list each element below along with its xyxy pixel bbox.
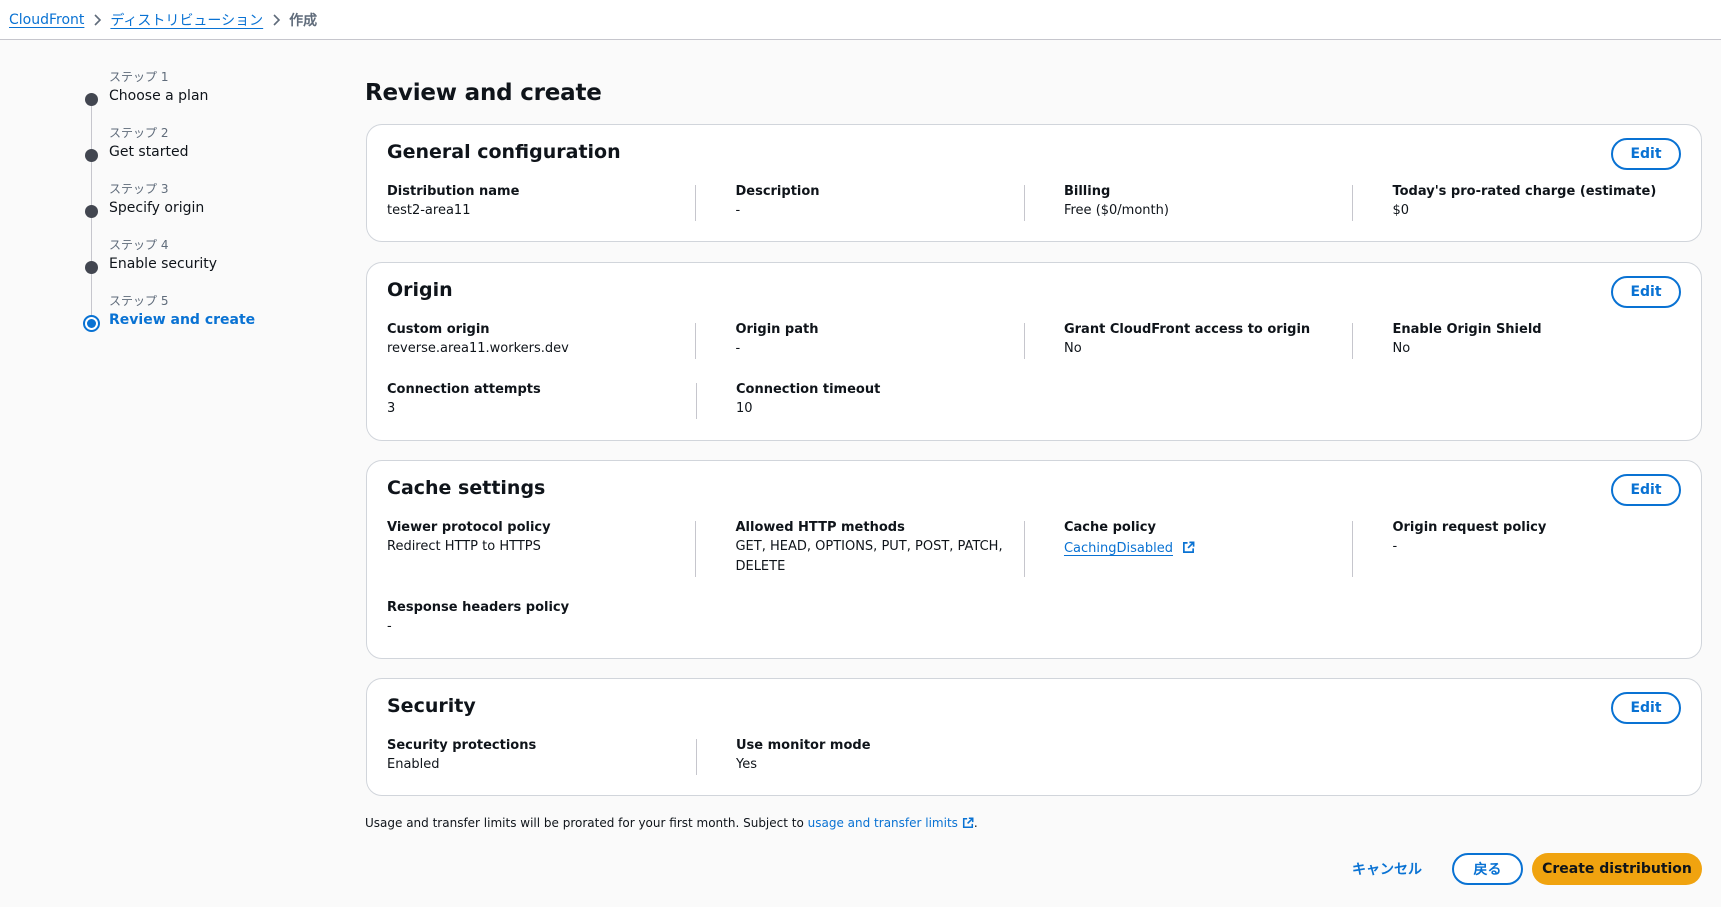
step-complete-dot-icon (85, 205, 98, 218)
step-label: Enable security (109, 256, 218, 272)
field-billing: Billing Free ($0/month) (1023, 183, 1373, 221)
step-specify-origin[interactable]: ステップ 3 Specify origin (80, 178, 320, 261)
field-security-protections: Security protections Enabled (387, 738, 537, 772)
step-number: ステップ 3 (109, 182, 169, 196)
field-origin-shield: Enable Origin Shield No (1352, 321, 1681, 359)
field-cache-policy: Cache policy CachingDisabled (1023, 519, 1373, 577)
field-use-monitor-mode: Use monitor mode Yes (696, 737, 1045, 775)
cache-policy-link[interactable]: CachingDisabled (1064, 541, 1173, 556)
security-card: Security Edit Security protections Enabl… (366, 678, 1702, 796)
cache-settings-card: Cache settings Edit Viewer protocol poli… (366, 460, 1702, 659)
field-grant-access: Grant CloudFront access to origin No (1023, 321, 1373, 359)
card-title: Security (387, 695, 476, 717)
breadcrumb-cloudfront-link[interactable]: CloudFront (9, 12, 84, 28)
step-number: ステップ 2 (109, 126, 169, 140)
step-label: Get started (109, 144, 189, 160)
step-current-dot-icon (83, 315, 100, 332)
field-custom-origin: Custom origin reverse.area11.workers.dev (387, 322, 569, 356)
field-connection-attempts: Connection attempts 3 (387, 382, 541, 416)
step-label: Specify origin (109, 200, 205, 216)
edit-cache-button[interactable]: Edit (1611, 474, 1681, 506)
step-number: ステップ 4 (109, 238, 169, 252)
chevron-right-icon (84, 12, 110, 28)
create-distribution-button[interactable]: Create distribution (1532, 853, 1702, 885)
field-viewer-protocol-policy: Viewer protocol policy Redirect HTTP to … (387, 520, 551, 554)
field-allowed-http-methods: Allowed HTTP methods GET, HEAD, OPTIONS,… (695, 519, 1044, 577)
card-title: Cache settings (387, 477, 546, 499)
page-title: Review and create (365, 80, 602, 106)
general-configuration-card: General configuration Edit Distribution … (366, 124, 1702, 242)
step-number: ステップ 1 (109, 70, 169, 84)
field-distribution-name: Distribution name test2-area11 (387, 184, 520, 218)
step-review-and-create: ステップ 5 Review and create (80, 290, 320, 346)
step-complete-dot-icon (85, 93, 98, 106)
field-prorated-charge: Today's pro-rated charge (estimate) $0 (1352, 183, 1681, 221)
cancel-button[interactable]: キャンセル (1340, 854, 1434, 884)
wizard-steps: ステップ 1 Choose a plan ステップ 2 Get started … (80, 66, 320, 346)
step-get-started[interactable]: ステップ 2 Get started (80, 122, 320, 205)
back-button[interactable]: 戻る (1452, 853, 1523, 885)
breadcrumb-distributions-link[interactable]: ディストリビューション (110, 10, 263, 30)
edit-origin-button[interactable]: Edit (1611, 276, 1681, 308)
card-title: Origin (387, 279, 453, 301)
step-enable-security[interactable]: ステップ 4 Enable security (80, 234, 320, 317)
edit-general-button[interactable]: Edit (1611, 138, 1681, 170)
field-origin-path: Origin path - (695, 321, 1044, 359)
external-link-icon[interactable] (962, 817, 974, 832)
breadcrumb: CloudFront ディストリビューション 作成 (0, 0, 1721, 40)
external-link-icon[interactable] (1182, 539, 1195, 558)
step-choose-plan[interactable]: ステップ 1 Choose a plan (80, 66, 320, 149)
edit-security-button[interactable]: Edit (1611, 692, 1681, 724)
origin-card: Origin Edit Custom origin reverse.area11… (366, 262, 1702, 441)
breadcrumb-current: 作成 (289, 12, 318, 29)
step-complete-dot-icon (85, 261, 98, 274)
field-connection-timeout: Connection timeout 10 (696, 381, 1045, 419)
chevron-right-icon (263, 12, 289, 28)
step-number: ステップ 5 (109, 294, 169, 308)
step-label: Choose a plan (109, 88, 209, 104)
card-title: General configuration (387, 141, 621, 163)
step-complete-dot-icon (85, 149, 98, 162)
field-origin-request-policy: Origin request policy - (1352, 519, 1681, 577)
usage-limits-link[interactable]: usage and transfer limits (808, 816, 958, 830)
usage-limits-note: Usage and transfer limits will be prorat… (365, 816, 978, 832)
field-description: Description - (695, 183, 1044, 221)
step-label: Review and create (109, 312, 256, 328)
field-response-headers-policy: Response headers policy - (387, 600, 570, 634)
